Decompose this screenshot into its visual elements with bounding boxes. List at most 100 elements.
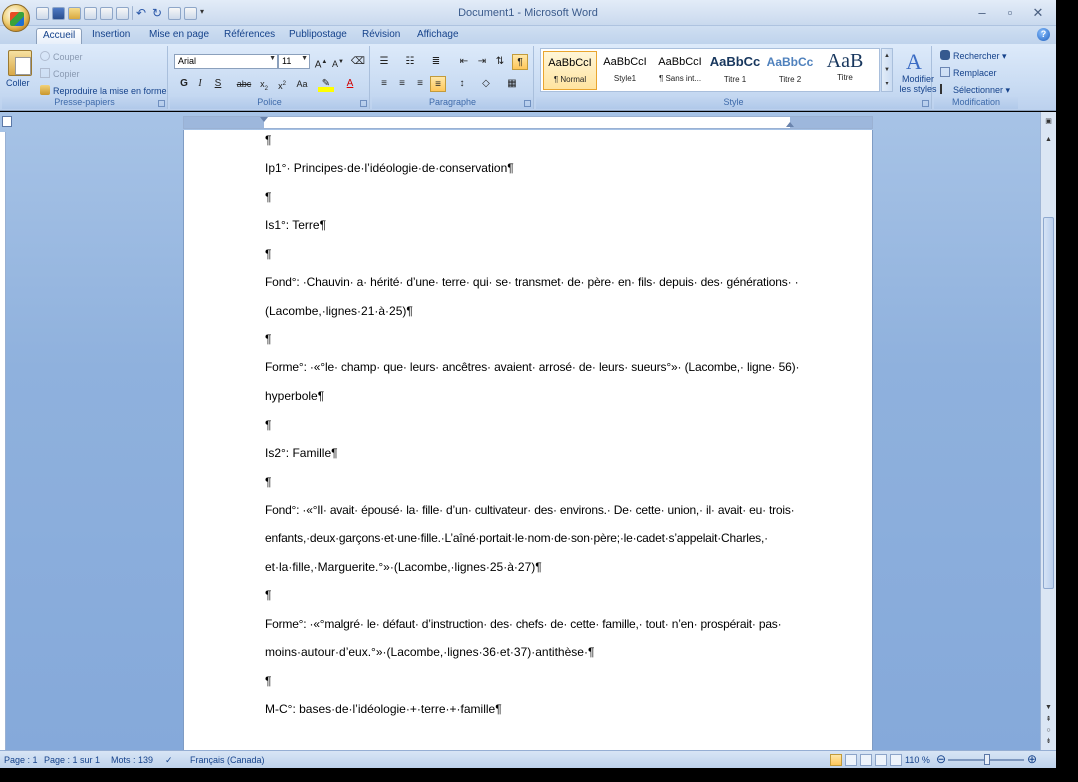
tab-publipostage[interactable]: Publipostage <box>283 28 353 44</box>
style-title[interactable]: AaB Titre <box>818 50 872 90</box>
italic-icon[interactable]: I <box>192 76 208 92</box>
maximize-icon[interactable]: ▫ <box>1002 5 1018 21</box>
grow-font-icon[interactable]: A▲ <box>313 54 329 70</box>
style-sample: AaBbCcI <box>658 56 702 68</box>
brush-icon <box>40 85 50 95</box>
bullets-icon[interactable]: ☰ <box>376 54 392 70</box>
close-icon[interactable]: ✕ <box>1030 5 1046 21</box>
tab-mise-en-page[interactable]: Mise en page <box>143 28 215 44</box>
paste-icon[interactable] <box>8 50 32 76</box>
status-language[interactable]: Français (Canada) <box>190 755 265 765</box>
ruler-toggle-icon[interactable]: ▣ <box>1043 116 1054 127</box>
underline-icon[interactable]: S <box>210 76 226 92</box>
tab-accueil[interactable]: Accueil <box>36 28 83 44</box>
zoom-slider-knob[interactable] <box>984 754 990 765</box>
clear-format-icon[interactable]: ⌫ <box>350 54 366 70</box>
shrink-font-icon[interactable]: A▼ <box>330 54 346 70</box>
dialog-launcher-icon[interactable] <box>922 100 929 107</box>
paste-button[interactable]: Coller <box>6 78 30 88</box>
align-right-icon[interactable]: ≡ <box>412 76 428 92</box>
status-page[interactable]: Page : 1 <box>4 755 38 765</box>
paragraph: Forme°: ·«°malgré· le· défaut· d’instruc… <box>265 617 782 631</box>
decrease-indent-icon[interactable]: ⇤ <box>456 54 472 70</box>
scrollbar-thumb[interactable] <box>1043 217 1054 589</box>
status-pages[interactable]: Page : 1 sur 1 <box>44 755 100 765</box>
paragraph: ¶ <box>265 418 272 432</box>
style-normal[interactable]: AaBbCcI ¶ Normal <box>543 51 597 90</box>
view-full-screen-icon[interactable] <box>845 754 857 766</box>
style-heading1[interactable]: AaBbCc Titre 1 <box>708 51 762 90</box>
dialog-launcher-icon[interactable] <box>524 100 531 107</box>
view-print-layout-icon[interactable] <box>830 754 842 766</box>
tab-insertion[interactable]: Insertion <box>86 28 136 44</box>
font-size-combo[interactable]: 11 ▼ <box>278 54 310 69</box>
status-words[interactable]: Mots : 139 <box>111 755 153 765</box>
dialog-launcher-icon[interactable] <box>360 100 367 107</box>
vertical-scrollbar[interactable]: ▣ ▲ ▼ ⇞ ○ ⇟ <box>1040 112 1056 750</box>
scroll-up-icon[interactable]: ▲ <box>1043 134 1054 145</box>
paragraph: Fond°: ·«°Il· avait· épousé· la· fille· … <box>265 503 795 517</box>
align-left-icon[interactable]: ≡ <box>376 76 392 92</box>
format-painter-button[interactable]: Reproduire la mise en forme <box>40 85 167 96</box>
shading-icon[interactable]: ◇ <box>478 76 494 92</box>
select-button[interactable]: Sélectionner ▾ <box>940 84 1010 96</box>
strikethrough-icon[interactable]: abc <box>236 76 252 92</box>
chevron-down-icon: ▼ <box>269 55 276 62</box>
style-name: Titre 1 <box>723 75 747 84</box>
view-outline-icon[interactable] <box>875 754 887 766</box>
subscript-icon[interactable]: x2 <box>256 76 272 92</box>
status-zoom[interactable]: 110 % <box>905 755 930 765</box>
zoom-out-icon[interactable]: ⊖ <box>936 752 946 766</box>
bold-icon[interactable]: G <box>176 76 192 92</box>
align-center-icon[interactable]: ≡ <box>394 76 410 92</box>
increase-indent-icon[interactable]: ⇥ <box>474 54 490 70</box>
tab-revision[interactable]: Révision <box>356 28 406 44</box>
line-spacing-icon[interactable]: ↕ <box>454 76 470 92</box>
scissors-icon <box>40 51 50 61</box>
help-icon[interactable]: ? <box>1037 28 1050 41</box>
previous-page-icon[interactable]: ⇞ <box>1043 714 1054 725</box>
indent-marker-icon[interactable] <box>260 117 268 122</box>
zoom-in-icon[interactable]: ⊕ <box>1027 752 1037 766</box>
office-logo-icon <box>10 12 24 26</box>
justify-icon[interactable]: ≡ <box>430 76 446 92</box>
multilevel-list-icon[interactable]: ≣ <box>428 54 444 70</box>
cut-button[interactable]: Couper <box>40 51 83 62</box>
style-heading2[interactable]: AaBbCc Titre 2 <box>763 51 817 90</box>
ribbon-tabs: Accueil Insertion Mise en page Référence… <box>0 26 1056 44</box>
style-sample: AaBbCcI <box>603 56 647 68</box>
style-no-spacing[interactable]: AaBbCcI ¶ Sans int... <box>653 51 707 90</box>
scroll-down-icon[interactable]: ▼ <box>1043 702 1054 713</box>
tab-references[interactable]: Références <box>218 28 281 44</box>
horizontal-ruler[interactable] <box>183 116 873 129</box>
superscript-icon[interactable]: x2 <box>274 76 290 92</box>
tab-affichage[interactable]: Affichage <box>411 28 465 44</box>
document-page[interactable]: ¶ Ip1°· Principes·de·l’idéologie·de·cons… <box>183 130 873 750</box>
style-style1[interactable]: AaBbCcI Style1 <box>598 51 652 90</box>
tab-selector[interactable] <box>2 116 12 127</box>
font-name-combo[interactable]: Arial ▼ <box>174 54 278 69</box>
find-button[interactable]: Rechercher ▾ <box>940 50 1007 62</box>
screen-right-edge <box>1056 0 1078 782</box>
view-draft-icon[interactable] <box>890 754 902 766</box>
view-web-layout-icon[interactable] <box>860 754 872 766</box>
sort-icon[interactable]: ⇅ <box>492 54 508 70</box>
replace-button[interactable]: Remplacer <box>940 67 997 78</box>
change-styles-button[interactable]: A Modifier les styles <box>882 50 936 95</box>
minimize-icon[interactable]: – <box>974 5 990 21</box>
group-label-style: Style <box>536 97 931 109</box>
highlight-icon[interactable]: ✎ <box>318 76 334 92</box>
status-bar: Page : 1 Page : 1 sur 1 Mots : 139 ✓ Fra… <box>0 750 1056 768</box>
change-case-icon[interactable]: Aa <box>294 76 310 92</box>
numbering-icon[interactable]: ☷ <box>402 54 418 70</box>
office-button[interactable] <box>2 4 30 32</box>
proofing-icon[interactable]: ✓ <box>165 755 173 766</box>
font-color-icon[interactable]: A <box>342 76 358 92</box>
next-page-icon[interactable]: ⇟ <box>1043 736 1054 747</box>
copy-button[interactable]: Copier <box>40 68 80 79</box>
right-indent-marker-icon[interactable] <box>786 122 794 127</box>
browse-object-icon[interactable]: ○ <box>1043 725 1054 736</box>
borders-icon[interactable]: ▦ <box>504 76 520 92</box>
show-marks-icon[interactable]: ¶ <box>512 54 528 70</box>
dialog-launcher-icon[interactable] <box>158 100 165 107</box>
